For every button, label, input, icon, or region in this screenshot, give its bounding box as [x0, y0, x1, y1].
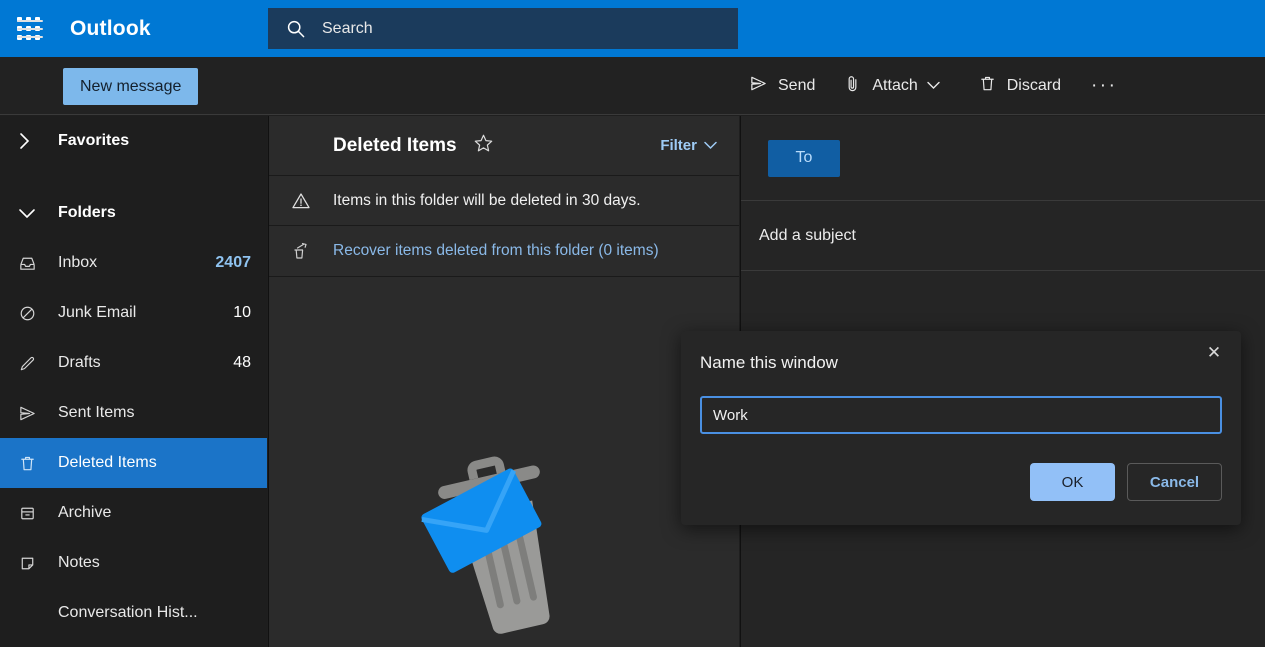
new-message-button[interactable]: New message	[63, 68, 199, 105]
sidebar-item-inbox[interactable]: Inbox 2407	[0, 238, 267, 288]
send-icon	[18, 404, 54, 423]
outlook-window: Outlook Search New message Send Attach D…	[0, 0, 1265, 647]
cancel-button[interactable]: Cancel	[1127, 463, 1222, 501]
page-title: Deleted Items	[333, 134, 457, 156]
top-header-bar: Outlook Search	[0, 0, 1265, 57]
sidebar-item-label: Conversation Hist...	[58, 604, 198, 621]
brand-title: Outlook	[70, 16, 151, 40]
chevron-down-icon	[927, 77, 950, 95]
send-label: Send	[778, 77, 816, 94]
subject-row[interactable]: Add a subject	[741, 201, 1265, 271]
sidebar-item-label: Inbox	[58, 254, 98, 271]
sidebar-group-label: Favorites	[58, 132, 130, 149]
recover-items-link: Recover items deleted from this folder (…	[333, 242, 659, 259]
block-icon	[18, 304, 54, 323]
retention-notice-row: Items in this folder will be deleted in …	[269, 175, 739, 226]
search-box[interactable]: Search	[268, 8, 738, 49]
compose-actions: Send Attach Discard ···	[735, 57, 1133, 115]
inbox-icon	[18, 254, 54, 273]
sidebar-item-deleted-items[interactable]: Deleted Items	[0, 438, 267, 488]
attach-label: Attach	[872, 77, 918, 94]
sidebar-item-label: Junk Email	[58, 304, 137, 321]
send-icon	[749, 74, 778, 98]
star-outline-icon[interactable]	[473, 133, 494, 159]
sidebar-item-drafts[interactable]: Drafts 48	[0, 338, 267, 388]
pencil-icon	[18, 354, 54, 373]
ok-button[interactable]: OK	[1030, 463, 1115, 501]
search-icon	[286, 19, 306, 39]
sidebar-item-count: 10	[233, 304, 251, 321]
sidebar-item-conversation-history[interactable]: Conversation Hist...	[0, 588, 267, 638]
sidebar-group-favorites[interactable]: Favorites	[0, 116, 267, 166]
trash-with-envelope-illustration	[269, 446, 739, 647]
retention-notice-text: Items in this folder will be deleted in …	[333, 191, 641, 209]
recover-items-row[interactable]: Recover items deleted from this folder (…	[269, 226, 739, 277]
sidebar-item-notes[interactable]: Notes	[0, 538, 267, 588]
hamburger-icon[interactable]	[17, 17, 43, 41]
chevron-down-icon	[704, 137, 717, 154]
close-icon[interactable]: ✕	[1197, 338, 1231, 368]
note-icon	[18, 554, 54, 573]
window-name-input[interactable]	[700, 396, 1222, 434]
trash-icon	[18, 454, 54, 473]
sidebar-item-label: Archive	[58, 504, 112, 521]
search-input-placeholder: Search	[322, 19, 373, 37]
attach-button[interactable]: Attach	[829, 57, 963, 115]
sidebar-item-count: 48	[233, 354, 251, 371]
paperclip-icon	[843, 74, 872, 98]
discard-label: Discard	[1006, 77, 1061, 94]
to-field-button[interactable]: To	[768, 139, 840, 177]
trash-icon	[978, 74, 1007, 98]
name-this-window-dialog: ✕ Name this window OK Cancel	[681, 331, 1241, 525]
filter-label: Filter	[660, 137, 697, 154]
more-options-button[interactable]: ···	[1075, 75, 1133, 97]
send-button[interactable]: Send	[735, 57, 829, 115]
sidebar-item-label: Drafts	[58, 354, 101, 371]
sidebar-item-label: Sent Items	[58, 404, 135, 421]
chevron-right-icon	[18, 132, 54, 150]
sidebar-group-label: Folders	[58, 204, 116, 221]
sidebar-item-junk-email[interactable]: Junk Email 10	[0, 288, 267, 338]
message-list-panel: Deleted Items Filter Items in this folde…	[268, 116, 739, 647]
chevron-down-icon	[18, 207, 54, 220]
sidebar-item-label: Notes	[58, 554, 100, 571]
subject-input-placeholder: Add a subject	[759, 226, 856, 244]
recover-trash-icon	[291, 241, 333, 261]
discard-button[interactable]: Discard	[964, 57, 1075, 115]
dialog-title: Name this window	[700, 353, 838, 372]
sidebar-item-count: 2407	[215, 254, 251, 271]
message-list-header: Deleted Items Filter	[269, 116, 739, 175]
sidebar-group-folders[interactable]: Folders	[0, 188, 267, 238]
recipient-row: To	[741, 116, 1265, 201]
warning-icon	[291, 191, 333, 211]
sidebar-item-archive[interactable]: Archive	[0, 488, 267, 538]
dialog-actions: OK Cancel	[1030, 463, 1222, 501]
filter-button[interactable]: Filter	[660, 137, 717, 154]
archive-icon	[18, 504, 54, 523]
folder-sidebar: Favorites Folders Inbox 2407 Junk Email …	[0, 116, 267, 647]
sidebar-item-sent-items[interactable]: Sent Items	[0, 388, 267, 438]
sidebar-item-label: Deleted Items	[58, 454, 157, 471]
